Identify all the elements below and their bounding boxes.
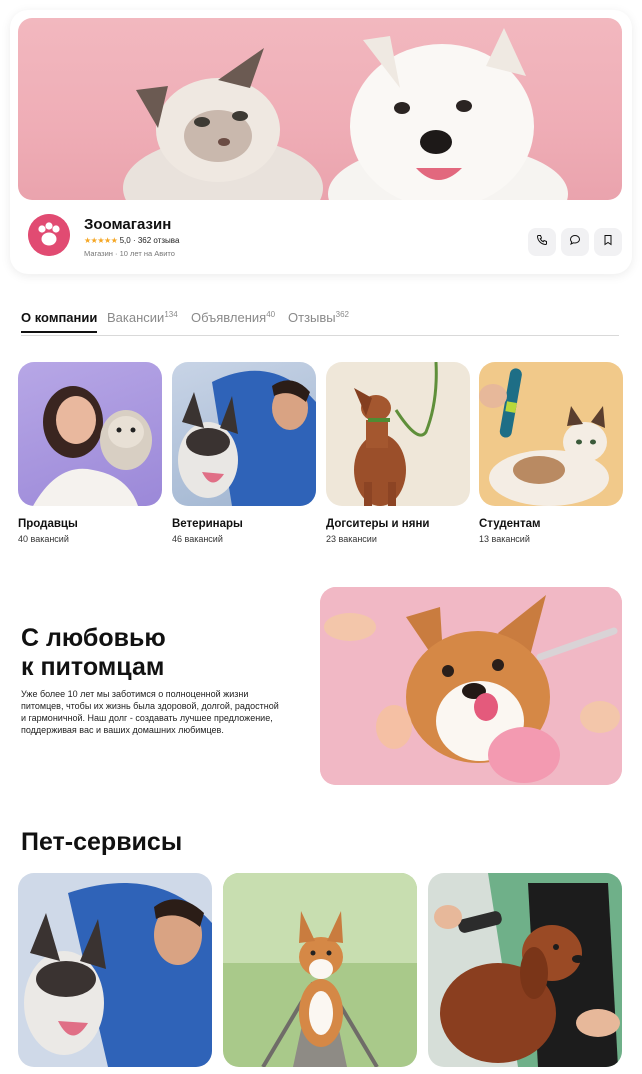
tab-label: Вакансии <box>107 310 165 325</box>
category-dogsitters[interactable]: Догситеры и няни 23 вакансии <box>326 362 470 544</box>
tab-count: 134 <box>164 310 178 319</box>
tab-label: Отзывы <box>288 310 336 325</box>
shop-banner-image <box>18 18 622 200</box>
love-section-title: С любовью к питомцам <box>21 624 166 682</box>
spaniel-grooming-image <box>428 873 622 1067</box>
shop-info-row: Зоомагазин ★★★★★ 5,0 · 362 отзыва Магази… <box>28 214 622 264</box>
vet-with-husky-image <box>18 873 212 1067</box>
tab-vacancies[interactable]: Вакансии134 <box>107 310 178 325</box>
corgi-on-tracks-image <box>223 873 417 1067</box>
tab-reviews[interactable]: Отзывы362 <box>288 310 349 325</box>
service-card-vet[interactable] <box>18 873 212 1067</box>
love-title-line1: С любовью <box>21 624 166 652</box>
message-button[interactable] <box>561 228 589 256</box>
corgi-grooming-image <box>320 587 622 785</box>
shop-header-card: Зоомагазин ★★★★★ 5,0 · 362 отзыва Магази… <box>10 10 632 274</box>
tab-count: 362 <box>335 310 349 319</box>
shop-rating[interactable]: ★★★★★ 5,0 · 362 отзыва <box>84 236 179 245</box>
bookmark-button[interactable] <box>594 228 622 256</box>
dogsitters-image <box>326 362 470 506</box>
category-students[interactable]: Студентам 13 вакансий <box>479 362 623 544</box>
cat-and-dog-illustration <box>123 28 568 200</box>
shop-meta: Магазин · 10 лет на Авито <box>84 249 175 258</box>
paw-logo-icon[interactable] <box>28 214 70 256</box>
chat-icon <box>569 233 581 251</box>
category-count: 13 вакансий <box>479 534 530 544</box>
bookmark-icon <box>602 233 614 251</box>
category-title: Продавцы <box>18 518 78 530</box>
tab-label: Объявления <box>191 310 267 325</box>
reviews-count: 362 отзыва <box>137 236 180 245</box>
tab-about[interactable]: О компании <box>21 310 98 333</box>
phone-icon <box>536 233 548 251</box>
rating-stars: ★★★★★ <box>84 236 118 245</box>
category-count: 23 вакансии <box>326 534 377 544</box>
tab-listings[interactable]: Объявления40 <box>191 310 275 325</box>
category-title: Студентам <box>479 518 541 530</box>
students-image <box>479 362 623 506</box>
pet-services-title: Пет-сервисы <box>21 828 183 856</box>
rating-separator: · <box>132 236 136 245</box>
sellers-image <box>18 362 162 506</box>
tab-label: О компании <box>21 310 98 325</box>
shop-name[interactable]: Зоомагазин <box>84 216 171 233</box>
tab-bar: О компании Вакансии134 Объявления40 Отзы… <box>21 310 619 336</box>
tab-count: 40 <box>266 310 276 319</box>
vets-image <box>172 362 316 506</box>
category-title: Ветеринары <box>172 518 243 530</box>
rating-value: 5,0 <box>119 236 131 245</box>
category-title: Догситеры и няни <box>326 518 430 530</box>
service-card-walking[interactable] <box>223 873 417 1067</box>
category-vets[interactable]: Ветеринары 46 вакансий <box>172 362 316 544</box>
service-card-grooming[interactable] <box>428 873 622 1067</box>
love-section-text: Уже более 10 лет мы заботимся о полноцен… <box>21 689 279 735</box>
category-count: 46 вакансий <box>172 534 223 544</box>
love-title-line2: к питомцам <box>21 653 165 681</box>
category-sellers[interactable]: Продавцы 40 вакансий <box>18 362 162 544</box>
category-count: 40 вакансий <box>18 534 69 544</box>
call-button[interactable] <box>528 228 556 256</box>
